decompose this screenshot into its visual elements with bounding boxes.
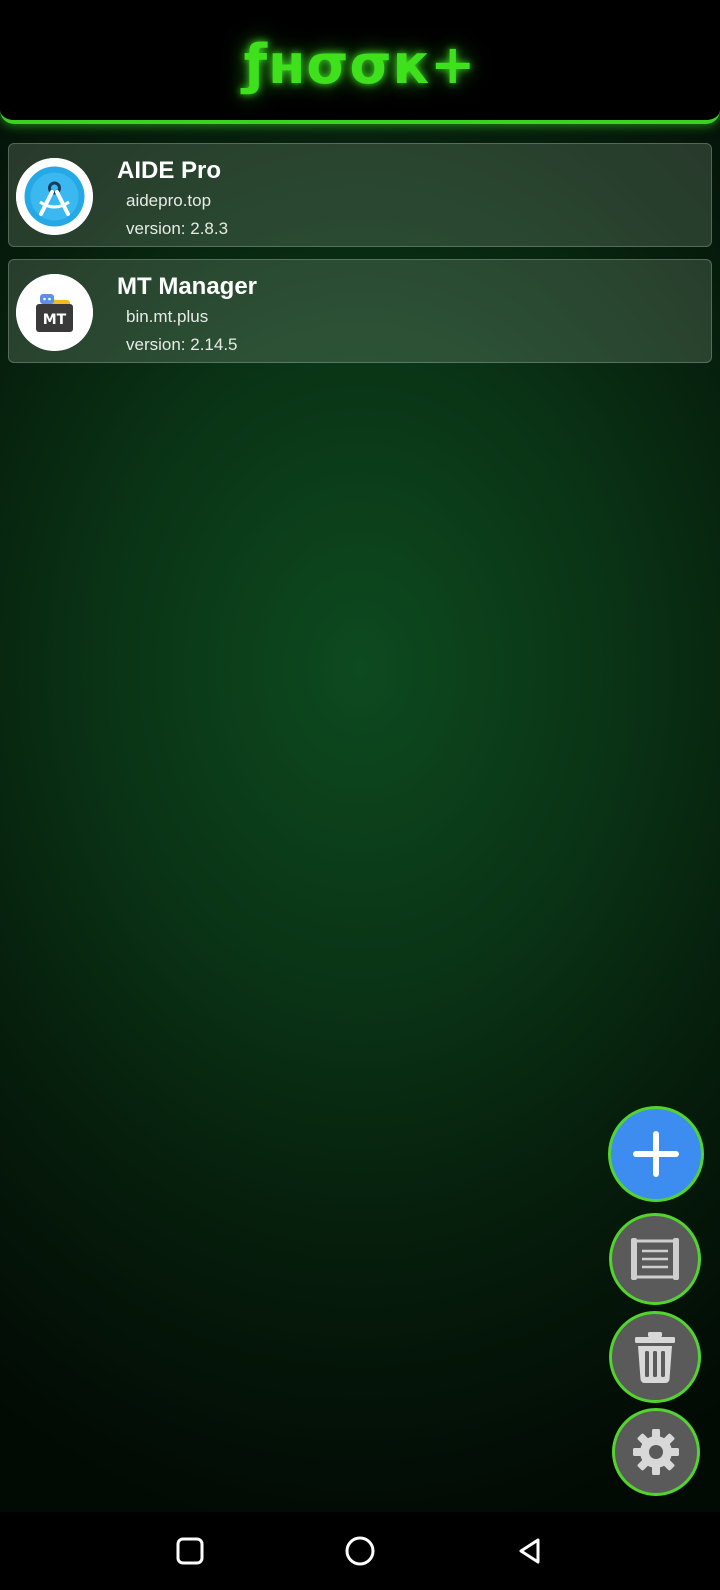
app-version: version: 2.8.3 [126, 219, 229, 238]
settings-button[interactable] [612, 1408, 700, 1496]
app-title: ƒнσσк+ [243, 33, 477, 96]
delete-button[interactable] [609, 1311, 701, 1403]
app-name: AIDE Pro [117, 157, 222, 184]
log-button[interactable] [609, 1213, 701, 1305]
add-app-button[interactable] [608, 1106, 704, 1202]
trash-icon [635, 1332, 675, 1383]
triangle-back-icon [519, 1538, 540, 1564]
aide-pro-app-icon [16, 158, 93, 235]
app-package: bin.mt.plus [126, 307, 209, 326]
system-navigation-bar [0, 1512, 720, 1590]
app-list-item-aide-pro[interactable]: AIDE Pro aidepro.top version: 2.8.3 [8, 143, 712, 247]
home-button[interactable] [341, 1532, 379, 1570]
app-version: version: 2.14.5 [126, 335, 238, 354]
mt-manager-app-icon: MT [16, 274, 93, 351]
app-header: ƒнσσк+ [0, 0, 720, 124]
app-name: MT Manager [117, 273, 258, 300]
app-package: aidepro.top [126, 191, 212, 210]
gear-icon [633, 1429, 679, 1475]
circle-icon [345, 1536, 375, 1566]
plus-icon [633, 1131, 679, 1177]
recents-button[interactable] [171, 1532, 209, 1570]
square-icon [176, 1537, 204, 1565]
app-list-item-mt-manager[interactable]: MT MT Manager bin.mt.plus version: 2.14.… [8, 259, 712, 363]
back-button[interactable] [511, 1532, 549, 1570]
svg-text:MT: MT [43, 312, 67, 328]
scroll-icon [631, 1238, 679, 1280]
app-list: AIDE Pro aidepro.top version: 2.8.3 MT M… [8, 143, 712, 375]
